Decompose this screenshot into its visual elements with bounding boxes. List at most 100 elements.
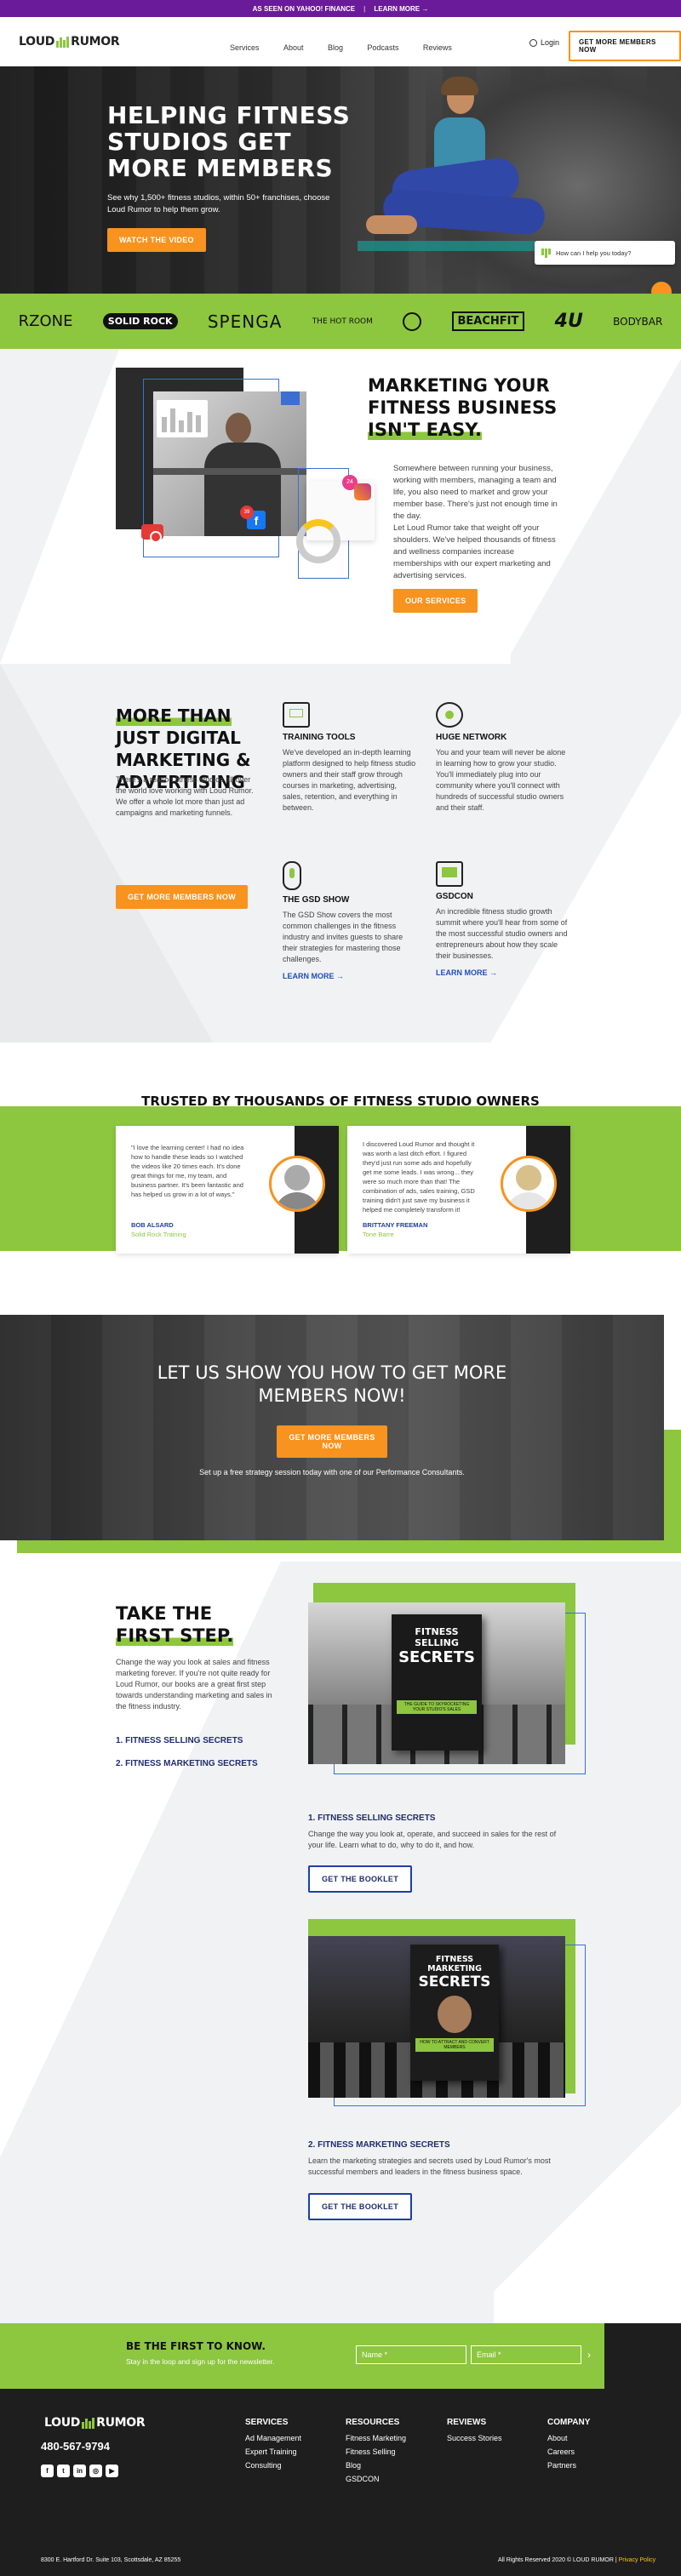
book-2-image: FITNESS MARKETING SECRETS HOW TO ATTRACT… [308, 1936, 565, 2098]
footer-link[interactable]: About [547, 2434, 590, 2442]
logo-rzone: RZONE [18, 312, 73, 330]
book-1-cover-title-2: SECRETS [398, 1648, 475, 1666]
marketing-title-line-3: ISN'T EASY. [368, 419, 589, 441]
newsletter-email-input[interactable] [471, 2345, 581, 2364]
footer-col-company: COMPANY About Careers Partners [547, 2418, 590, 2475]
feature-title: TRAINING TOOLS [283, 733, 356, 742]
chat-widget[interactable]: How can I help you today? [535, 241, 675, 265]
footer-phone[interactable]: 480-567-9794 [41, 2440, 110, 2453]
marketing-paragraph-2: Let Loud Rumor take that weight off your… [393, 523, 556, 580]
testimonial-card: "I love the learning center! I had no id… [116, 1126, 339, 1254]
books-paragraph: Change the way you look at sales and fit… [116, 1658, 272, 1711]
marketing-title-highlight: ISN'T EASY. [368, 420, 483, 440]
footer-address: 8300 E. Hartford Dr. Suite 103, Scottsda… [41, 2557, 181, 2563]
bg-shape [0, 349, 119, 664]
presentation-icon [283, 702, 310, 728]
footer-link[interactable]: Expert Training [245, 2447, 301, 2456]
features-title-highlight: MORE THAN [116, 705, 232, 726]
youtube-icon[interactable]: ▶ [106, 2465, 118, 2477]
hero-subtitle: See why 1,500+ fitness studios, within 5… [107, 193, 330, 214]
twitter-icon[interactable]: t [57, 2465, 70, 2477]
footer-col-title: SERVICES [245, 2418, 289, 2427]
book-list-item-2[interactable]: 2. FITNESS MARKETING SECRETS [116, 1759, 258, 1768]
footer-col-reviews: REVIEWS Success Stories [447, 2418, 502, 2447]
logo-solid-rock: SOLID ROCK [102, 313, 178, 329]
get-booklet-button-1[interactable]: GET THE BOOKLET [308, 1865, 412, 1893]
get-booklet-button-2[interactable]: GET THE BOOKLET [308, 2193, 412, 2220]
feature-gsd-show: THE GSD SHOW The GSD Show covers the mos… [283, 861, 419, 980]
footer-link[interactable]: Partners [547, 2461, 590, 2470]
book-2-text: Learn the marketing strategies and secre… [308, 2156, 551, 2176]
newsletter-section: BE THE FIRST TO KNOW. Stay in the loop a… [0, 2323, 681, 2389]
logo-beachfit: BEACHFIT [451, 311, 525, 331]
footer-logo-text-right: RUMOR [96, 2416, 146, 2430]
cta-title-line-2: MEMBERS NOW! [258, 1385, 406, 1406]
instagram-icon[interactable]: ◎ [89, 2465, 102, 2477]
our-services-button[interactable]: OUR SERVICES [393, 589, 478, 613]
facebook-icon[interactable]: f [41, 2465, 54, 2477]
footer-link[interactable]: Success Stories [447, 2434, 502, 2442]
marketing-paragraph-1: Somewhere between running your business,… [393, 464, 558, 521]
login-link[interactable]: Login [529, 38, 559, 47]
book-1-cover-title: FITNESS SELLING [415, 1626, 459, 1648]
nav-podcasts[interactable]: Podcasts [367, 43, 398, 52]
logo-text-left: LOUD [19, 35, 55, 49]
footer-link[interactable]: Careers [547, 2447, 590, 2456]
hero-title: HELPING FITNESS STUDIOS GET MORE MEMBERS [107, 101, 351, 182]
logo[interactable]: LOUD RUMOR [19, 35, 120, 49]
logo-hot-room: THE HOT ROOM [312, 317, 373, 326]
logo-bars-icon [56, 36, 70, 48]
linkedin-icon[interactable]: in [73, 2465, 86, 2477]
testimonial-avatar [269, 1156, 325, 1212]
get-more-members-button[interactable]: GET MORE MEMBERS NOW [116, 885, 248, 909]
chat-logo-icon [541, 248, 551, 258]
footer-link[interactable]: Blog [346, 2461, 406, 2470]
feature-text: We've developed an in-depth learning pla… [283, 748, 416, 812]
login-label: Login [541, 38, 560, 47]
feature-gsdcon: GSDCON An incredible fitness studio grow… [436, 861, 572, 977]
nav-services[interactable]: Services [230, 43, 260, 52]
testimonial-avatar [501, 1156, 557, 1212]
nav-blog[interactable]: Blog [328, 43, 343, 52]
footer-link[interactable]: Ad Management [245, 2434, 301, 2442]
footer-copyright: All Rights Reserved 2020 © LOUD RUMOR | … [498, 2557, 655, 2563]
collage-bar-chart-card [157, 400, 208, 437]
nav-about[interactable]: About [283, 43, 304, 52]
footer-link[interactable]: Fitness Selling [346, 2447, 406, 2456]
marketing-title: MARKETING YOUR FITNESS BUSINESS ISN'T EA… [368, 374, 589, 441]
testimonial-quote: I discovered Loud Rumor and thought it w… [363, 1140, 475, 1214]
books-section: TAKE THE FIRST STEP. Change the way you … [0, 1562, 681, 2323]
learn-more-link[interactable]: LEARN MORE → [436, 968, 572, 977]
like-badge: 39 [240, 505, 254, 519]
watch-video-button[interactable]: WATCH THE VIDEO [107, 228, 206, 252]
testimonial-card: I discovered Loud Rumor and thought it w… [347, 1126, 570, 1254]
footer-col-title: RESOURCES [346, 2418, 400, 2427]
nav-reviews[interactable]: Reviews [423, 43, 452, 52]
nav-cta-button[interactable]: GET MORE MEMBERS NOW [569, 31, 681, 61]
book-2-cover-title-2: SECRETS [418, 1973, 491, 1991]
book-list-item-1[interactable]: 1. FITNESS SELLING SECRETS [116, 1736, 243, 1745]
learn-more-link[interactable]: LEARN MORE → [283, 972, 419, 980]
client-logos-strip: RZONE SOLID ROCK SPENGA THE HOT ROOM BEA… [0, 294, 681, 349]
footer-link[interactable]: Fitness Marketing [346, 2434, 406, 2442]
footer-link[interactable]: Consulting [245, 2461, 301, 2470]
submit-arrow-icon[interactable]: › [587, 2349, 598, 2361]
cta-title: LET US SHOW YOU HOW TO GET MORE MEMBERS … [0, 1362, 664, 1408]
green-band [0, 1106, 681, 1251]
cta-button[interactable]: GET MORE MEMBERS NOW [277, 1425, 387, 1458]
footer-logo[interactable]: LOUD RUMOR [44, 2416, 146, 2430]
marketing-section: 24 f 39 MARKETING YOUR FITNESS BUSINESS … [0, 349, 681, 664]
network-icon [436, 702, 463, 728]
feature-text: An incredible fitness studio growth summ… [436, 907, 568, 960]
announcement-text: AS SEEN ON YAHOO! FINANCE [252, 4, 356, 13]
testimonial-name: BOB ALSARD [131, 1221, 174, 1229]
footer-col-resources: RESOURCES Fitness Marketing Fitness Sell… [346, 2418, 406, 2488]
testimonial-company: Solid Rock Training [131, 1231, 186, 1238]
footer-logo-text-left: LOUD [44, 2416, 81, 2430]
footer-link[interactable]: GSDCON [346, 2475, 406, 2483]
feature-title: HUGE NETWORK [436, 733, 507, 742]
announcement-link[interactable]: LEARN MORE → [374, 5, 428, 13]
logo-4u: 4U [554, 311, 583, 332]
privacy-policy-link[interactable]: Privacy Policy [619, 2557, 656, 2563]
newsletter-name-input[interactable] [356, 2345, 466, 2364]
